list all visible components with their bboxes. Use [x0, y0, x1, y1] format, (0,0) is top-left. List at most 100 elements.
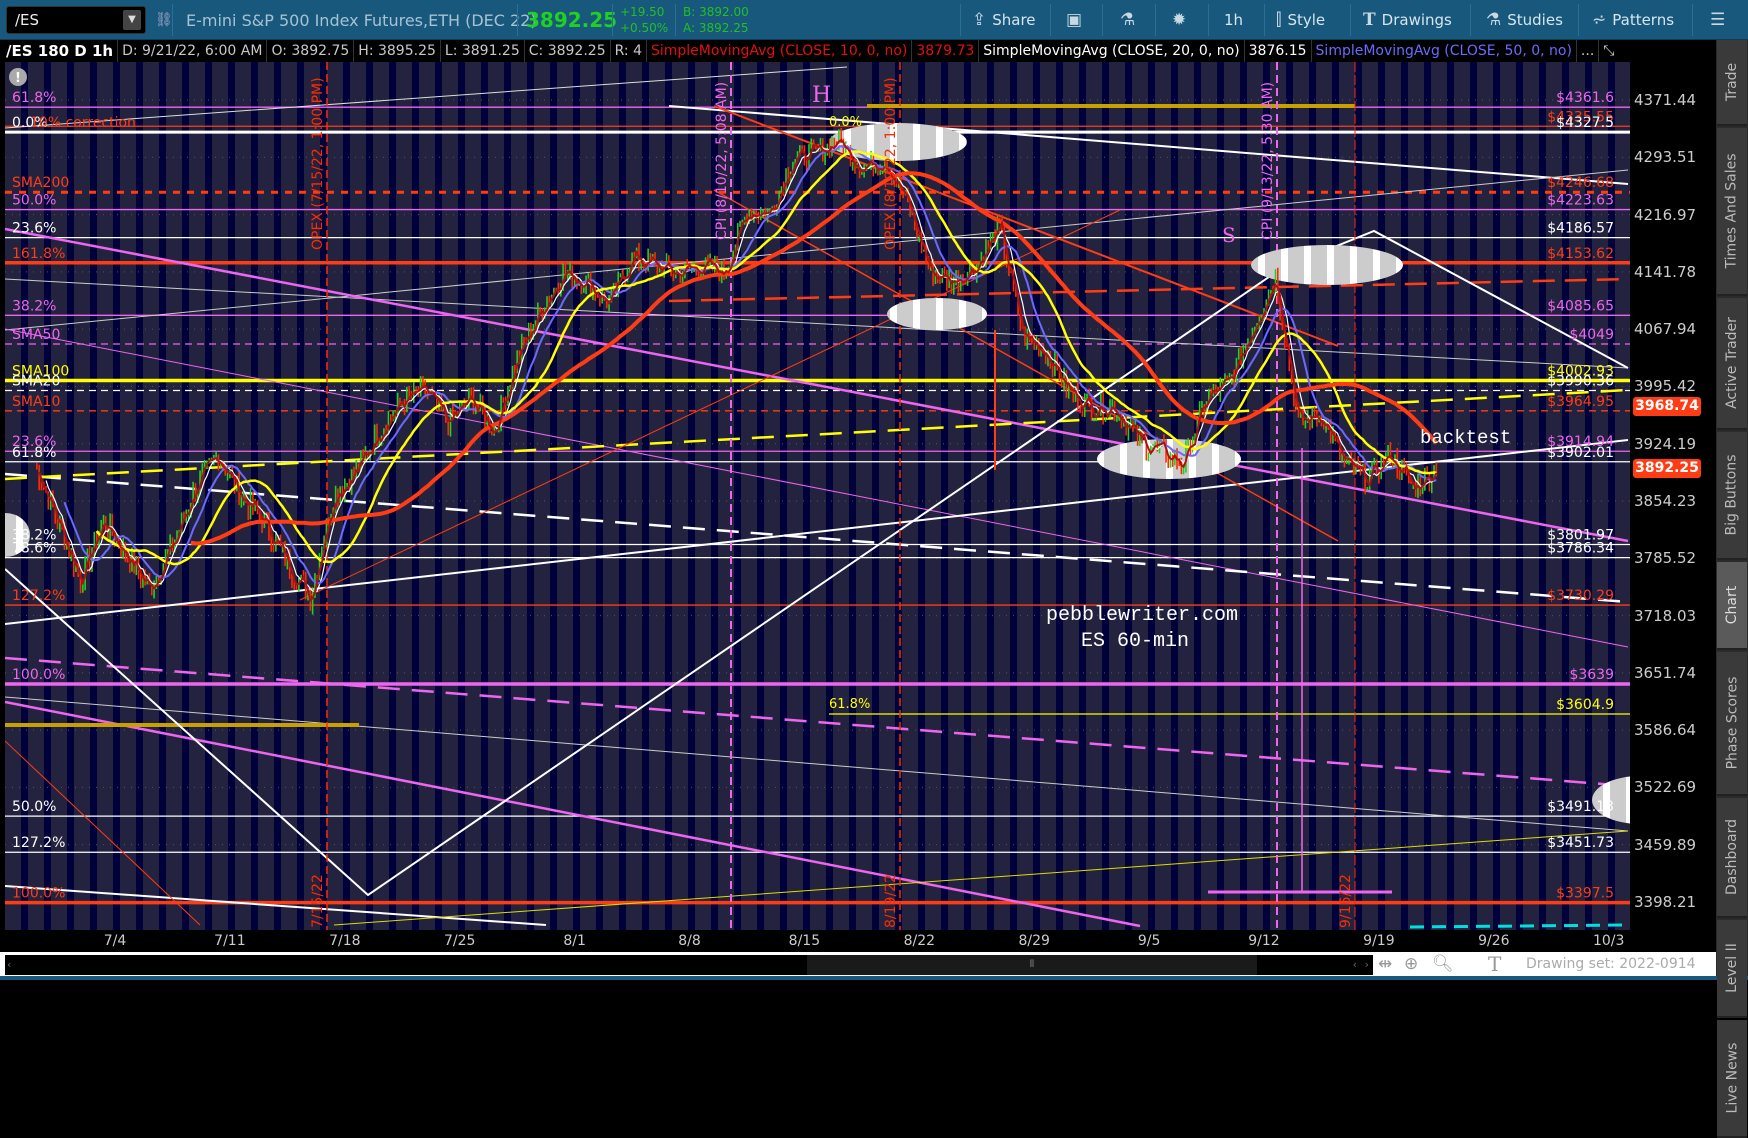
sidebar-tab-label: Chart	[1724, 585, 1741, 625]
sidebar-tab-level-ii[interactable]: Level II	[1717, 920, 1747, 1018]
sidebar-tab-label: Big Buttons	[1724, 454, 1740, 536]
trendline	[5, 328, 1629, 648]
sidebar-tab-trade[interactable]: Trade	[1717, 40, 1747, 126]
scroll-left-icon[interactable]: ‹	[7, 955, 11, 975]
zigzag-path	[5, 229, 1629, 897]
sidebar-tab-dashboard[interactable]: Dashboard	[1717, 798, 1747, 918]
fib-level-label: 100.0%	[12, 667, 65, 683]
price-level-label: $4049	[1569, 327, 1614, 343]
sidebar-tab-active-trader[interactable]: Active Trader	[1717, 298, 1747, 430]
price-level-label: $4246.68	[1547, 175, 1614, 191]
sidebar-tab-big-buttons[interactable]: Big Buttons	[1717, 432, 1747, 560]
head-label: H	[812, 83, 831, 108]
watermark-timeframe: ES 60-min	[1081, 630, 1189, 653]
opex-date-label: 7/15/22	[310, 874, 326, 928]
sidebar-tab-label: Dashboard	[1724, 819, 1740, 895]
date-axis-label: 8/1	[563, 933, 586, 949]
sidebar-tab-label: Level II	[1724, 943, 1741, 993]
sidebar-tab-live-news[interactable]: Live News	[1717, 1020, 1747, 1138]
fib-label: 61.8%	[829, 697, 870, 712]
trendline	[5, 696, 1629, 832]
trendline	[5, 885, 547, 926]
opex-label: OPEX (7/15/22, 1:00 PM)	[310, 77, 326, 250]
sidebar-tab-times-and-sales[interactable]: Times And Sales	[1717, 128, 1747, 296]
date-axis-label: 8/15	[788, 933, 821, 949]
fib-level-label: 50.0%	[12, 193, 56, 209]
sidebar-tab-label: Phase Scores	[1724, 676, 1741, 770]
text-tool-icon[interactable]: T	[1488, 952, 1501, 976]
crosshair-icon[interactable]: ⊕	[1404, 954, 1418, 974]
fib-level-label: 61.8%	[12, 445, 56, 461]
date-axis[interactable]: 7/4 7/11 7/18 7/25 8/1 8/8 8/15 8/22 8/29 9/5 9/12…	[0, 930, 1716, 952]
price-level-label: $3397.5	[1556, 886, 1614, 902]
trendline	[333, 830, 1629, 926]
sidebar-tab-phase-scores[interactable]: Phase Scores	[1717, 652, 1747, 796]
sma-line-sma20	[63, 145, 1437, 585]
window-border	[0, 976, 1748, 980]
sidebar-tab-label: Live News	[1724, 1042, 1740, 1114]
sidebar-tab-chart[interactable]: Chart	[1717, 562, 1747, 650]
fib-label: 0.0%	[829, 115, 862, 130]
date-axis-label: 9/5	[1137, 933, 1161, 949]
fib-level-label: 61.8%	[12, 90, 56, 106]
opex-date-label: 9/16/22	[1338, 874, 1354, 928]
sma-line-sma200	[190, 171, 1438, 546]
fib-level-label: SMA20	[12, 373, 60, 389]
trendline	[5, 700, 1141, 928]
horizontal-scrollbar[interactable]: ‹ ⦀ ‹ ›	[5, 955, 1373, 975]
price-level-label: $3639	[1569, 667, 1614, 683]
trendline	[713, 105, 1339, 347]
price-level-label: $3730.29	[1547, 588, 1614, 604]
scrollbar-thumb[interactable]: ⦀	[807, 955, 1257, 975]
price-level-label: $3604.9	[1556, 697, 1614, 713]
price-level-label: $3451.73	[1547, 835, 1614, 851]
price-level-label: $3786.34	[1547, 541, 1614, 557]
date-axis-label: 7/4	[103, 933, 127, 949]
fib-level-label: 127.2%	[12, 835, 65, 851]
fib-level-label: 161.8%	[12, 246, 65, 262]
date-axis-label: 10/3	[1592, 933, 1625, 949]
highlight-ellipse	[1251, 245, 1403, 285]
price-level-label: $3964.95	[1547, 394, 1614, 410]
date-axis-label: 7/11	[214, 933, 246, 949]
fib-level-label: SMA200	[12, 175, 69, 191]
trendlines	[5, 66, 1629, 929]
chart-drawings: OPEX (7/15/22, 1:00 PM) CPI (8/10/22, 5:…	[5, 62, 1630, 930]
date-axis-label: 7/25	[443, 933, 476, 949]
price-level-label: $4327.5	[1556, 115, 1614, 131]
price-level-label: $4186.57	[1547, 221, 1614, 237]
trendline	[5, 169, 1629, 331]
measure-line	[1409, 923, 1629, 929]
scroll-right-icon[interactable]: ›	[1365, 955, 1369, 975]
fib-level-label: 100.0%	[12, 886, 65, 902]
sidebar-tab-label: Trade	[1724, 62, 1740, 102]
right-sidebar: Trade Times And Sales Active Trader Big But…	[1716, 40, 1748, 1138]
cpi-label: CPI (9/13/22, 5:30 AM)	[1260, 82, 1276, 240]
price-level-label: $3902.01	[1547, 445, 1614, 461]
fib-level-label: 23.6%	[12, 221, 56, 237]
date-axis-label: 9/19	[1363, 933, 1395, 949]
last-price-tag: 3892.25	[1633, 459, 1701, 478]
fib-level-note: 10% correction	[30, 115, 136, 131]
shoulder-label: S	[1222, 223, 1236, 247]
opex-date-label: 8/19/22	[883, 874, 899, 928]
highlight-ellipse	[887, 298, 987, 330]
fib-level-label: 78.6%	[12, 541, 56, 557]
price-level-label: $4223.63	[1547, 193, 1614, 209]
zoom-icon[interactable]: 🔍︎	[1432, 954, 1454, 974]
sidebar-tab-label: Active Trader	[1724, 317, 1740, 409]
sma-price-tag: 3968.74	[1633, 397, 1701, 416]
price-level-label: $4085.65	[1547, 298, 1614, 314]
drawing-set-selector[interactable]: Drawing set: 2022-0914	[1526, 956, 1696, 972]
pan-icon[interactable]: ⇹	[1378, 954, 1392, 974]
price-level-label: $4361.6	[1556, 90, 1614, 106]
fib-level-label: 38.2%	[12, 298, 56, 314]
date-axis-label: 8/22	[903, 933, 936, 949]
scroll-left-end-icon[interactable]: ‹	[1353, 955, 1357, 975]
date-axis-label: 8/8	[678, 933, 701, 949]
date-axis-label: 7/18	[329, 933, 361, 949]
bottom-bar: ‹ ⦀ ‹ › ⇹ ⊕ 🔍︎ T Drawing set: 2022-0914	[0, 952, 1716, 978]
fib-level-label: 50.0%	[12, 799, 56, 815]
trendline	[5, 656, 1629, 788]
fib-level-label: SMA50	[12, 327, 60, 343]
